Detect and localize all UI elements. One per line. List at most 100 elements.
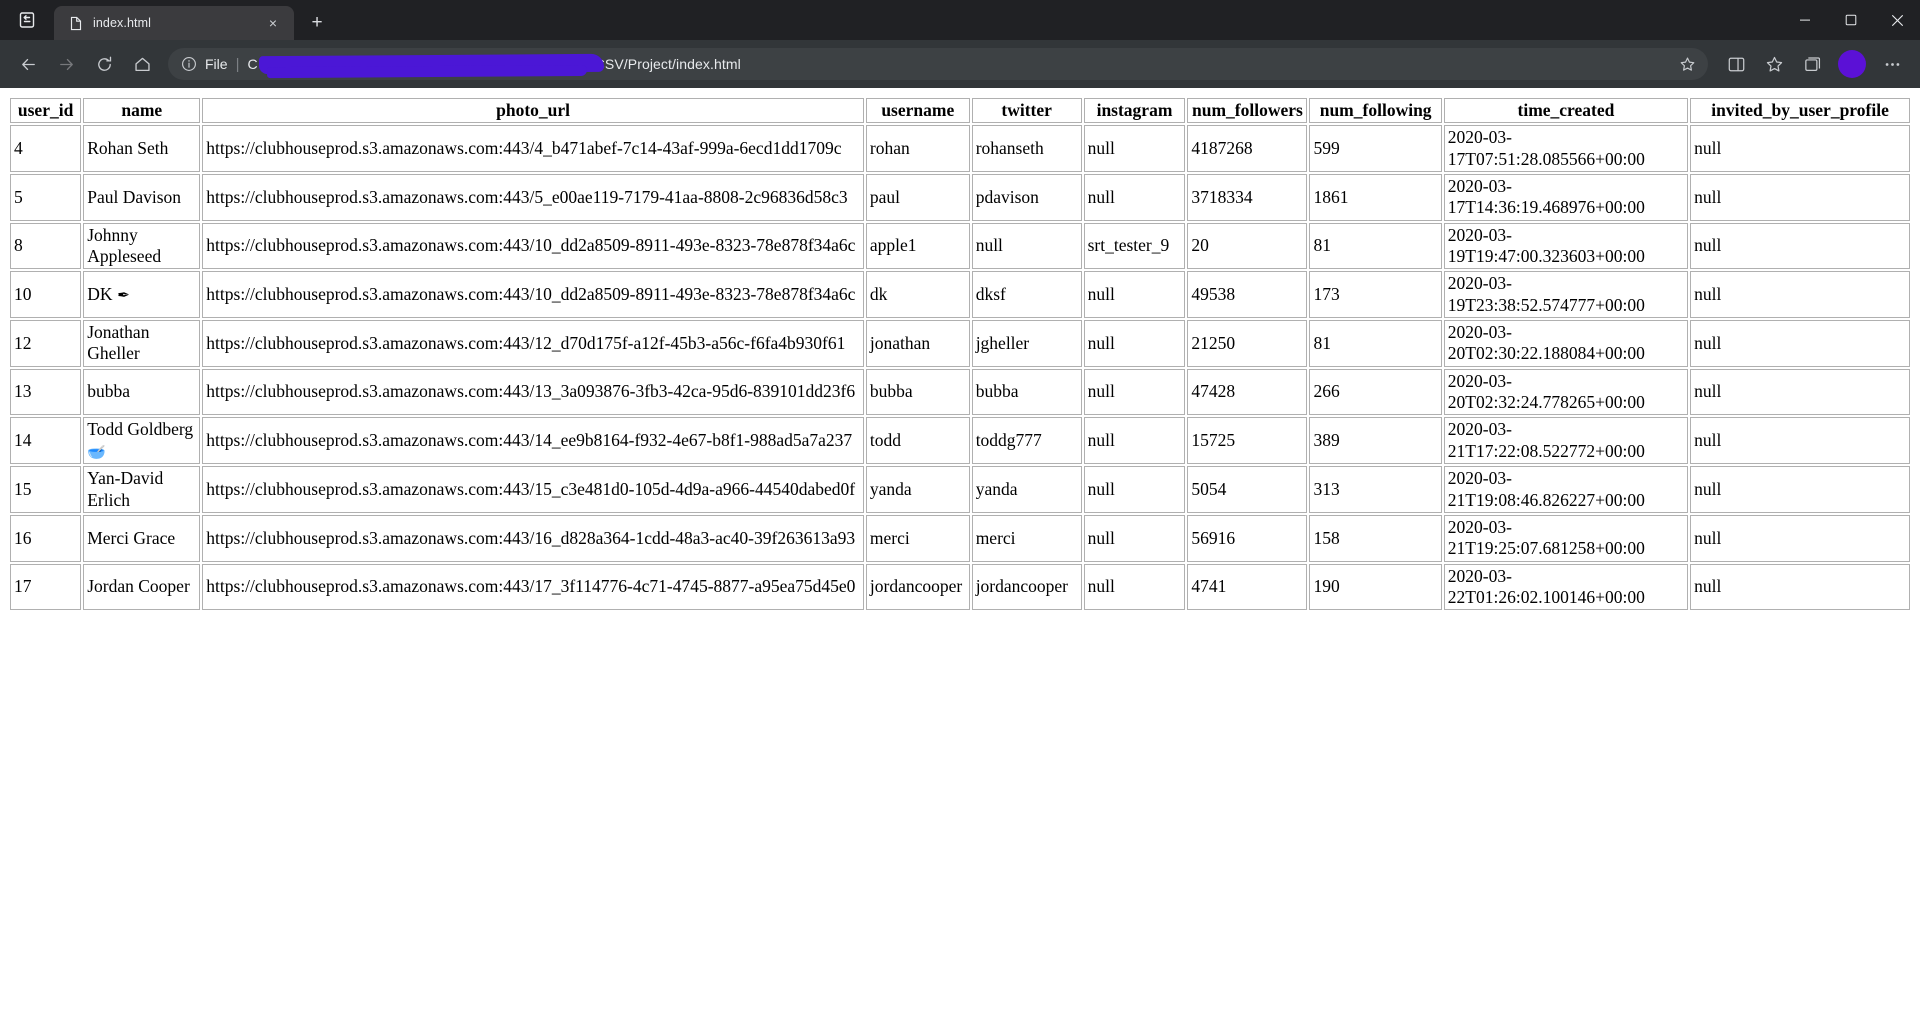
cell-num_following: 313 [1309,466,1442,513]
close-icon[interactable]: × [262,12,284,34]
cell-user_id: 10 [10,271,82,319]
cell-twitter: toddg777 [971,417,1082,465]
document-icon [68,15,84,31]
cell-num_following: 190 [1309,563,1442,611]
cell-username: jordancooper [865,563,970,611]
column-header-username: username [865,98,970,124]
cell-invited_by_user_profile: null [1690,125,1910,173]
column-header-num_followers: num_followers [1187,98,1308,124]
cell-invited_by_user_profile: null [1690,368,1910,416]
cell-user_id: 16 [10,514,82,562]
window-close-button[interactable] [1874,0,1920,40]
table-row: 14 Todd Goldberg 🥣 https://clubhouseprod.s… [10,417,1910,465]
reload-button[interactable] [86,46,122,82]
favorites-icon[interactable] [1756,46,1792,82]
cell-instagram: null [1083,514,1186,562]
cell-photo_url: https://clubhouseprod.s3.amazonaws.com:4… [202,125,864,173]
info-circle-icon[interactable] [180,56,197,73]
cell-user_id: 17 [10,563,82,611]
table-header: user_id name photo_url username twitter insta… [10,98,1910,124]
cell-username: yanda [865,466,970,513]
column-header-twitter: twitter [971,98,1082,124]
cell-name: Jonathan Gheller [83,320,201,367]
cell-invited_by_user_profile: null [1690,563,1910,611]
cell-num_followers: 5054 [1187,466,1308,513]
cell-invited_by_user_profile: null [1690,320,1910,367]
browser-window: index.html × + File | C /CSV/Project/ind… [0,0,1920,1031]
cell-instagram: srt_tester_9 [1083,222,1186,270]
title-bar: index.html × + [0,0,1920,40]
name-emoji-icon: ✒ [112,286,130,305]
cell-username: bubba [865,368,970,416]
url-prefix: C [247,56,258,72]
column-header-time_created: time_created [1443,98,1689,124]
cell-num_following: 266 [1309,368,1442,416]
cell-name: bubba [83,368,201,416]
table-row: 12 Jonathan Gheller https://clubhouseprod.… [10,320,1910,367]
avatar[interactable] [1838,50,1866,78]
minimize-button[interactable] [1782,0,1828,40]
collections-icon[interactable] [1794,46,1830,82]
table-header-row: user_id name photo_url username twitter insta… [10,98,1910,124]
cell-name: Paul Davison [83,174,201,221]
cell-user_id: 4 [10,125,82,173]
maximize-button[interactable] [1828,0,1874,40]
address-bar[interactable]: File | C /CSV/Project/index.html [168,48,1708,80]
cell-time_created: 2020-03-19T19:47:00.323603+00:00 [1443,222,1689,270]
back-button[interactable] [10,46,46,82]
forward-button[interactable] [48,46,84,82]
cell-photo_url: https://clubhouseprod.s3.amazonaws.com:4… [202,368,864,416]
workspace-icon[interactable] [0,0,54,40]
name-text: DK [87,284,113,305]
cell-photo_url: https://clubhouseprod.s3.amazonaws.com:4… [202,320,864,367]
cell-num_followers: 4741 [1187,563,1308,611]
cell-instagram: null [1083,466,1186,513]
column-header-photo_url: photo_url [202,98,864,124]
cell-twitter: merci [971,514,1082,562]
cell-num_following: 599 [1309,125,1442,173]
column-header-invited_by_user_profile: invited_by_user_profile [1690,98,1910,124]
browser-tab[interactable]: index.html × [54,6,294,40]
cell-twitter: yanda [971,466,1082,513]
cell-instagram: null [1083,320,1186,367]
name-emoji-icon: 🥣 [87,442,106,461]
cell-instagram: null [1083,125,1186,173]
cell-username: apple1 [865,222,970,270]
cell-photo_url: https://clubhouseprod.s3.amazonaws.com:4… [202,271,864,319]
cell-num_following: 1861 [1309,174,1442,221]
toolbar-actions [1718,46,1910,82]
cell-user_id: 12 [10,320,82,367]
cell-num_following: 173 [1309,271,1442,319]
cell-twitter: jgheller [971,320,1082,367]
url-field[interactable]: C /CSV/Project/index.html [247,48,1664,80]
tab-title: index.html [93,16,151,30]
cell-twitter: null [971,222,1082,270]
cell-username: paul [865,174,970,221]
users-table: user_id name photo_url username twitter insta… [8,96,1912,612]
cell-time_created: 2020-03-21T19:25:07.681258+00:00 [1443,514,1689,562]
cell-invited_by_user_profile: null [1690,514,1910,562]
column-header-num_following: num_following [1309,98,1442,124]
cell-instagram: null [1083,417,1186,465]
column-header-name: name [83,98,201,124]
cell-name: Jordan Cooper [83,563,201,611]
cell-num_followers: 3718334 [1187,174,1308,221]
cell-name: Merci Grace [83,514,201,562]
page-viewport: user_id name photo_url username twitter insta… [0,88,1920,1031]
ellipsis-icon[interactable] [1874,46,1910,82]
cell-username: jonathan [865,320,970,367]
star-icon[interactable] [1672,50,1702,78]
cell-time_created: 2020-03-21T19:08:46.826227+00:00 [1443,466,1689,513]
split-screen-icon[interactable] [1718,46,1754,82]
cell-num_following: 158 [1309,514,1442,562]
cell-time_created: 2020-03-19T23:38:52.574777+00:00 [1443,271,1689,319]
cell-instagram: null [1083,368,1186,416]
cell-twitter: jordancooper [971,563,1082,611]
cell-num_following: 81 [1309,320,1442,367]
home-button[interactable] [124,46,160,82]
new-tab-button[interactable]: + [300,6,334,40]
cell-photo_url: https://clubhouseprod.s3.amazonaws.com:4… [202,563,864,611]
cell-num_following: 81 [1309,222,1442,270]
table-row: 15 Yan-David Erlich https://clubhouseprod.… [10,466,1910,513]
cell-username: rohan [865,125,970,173]
